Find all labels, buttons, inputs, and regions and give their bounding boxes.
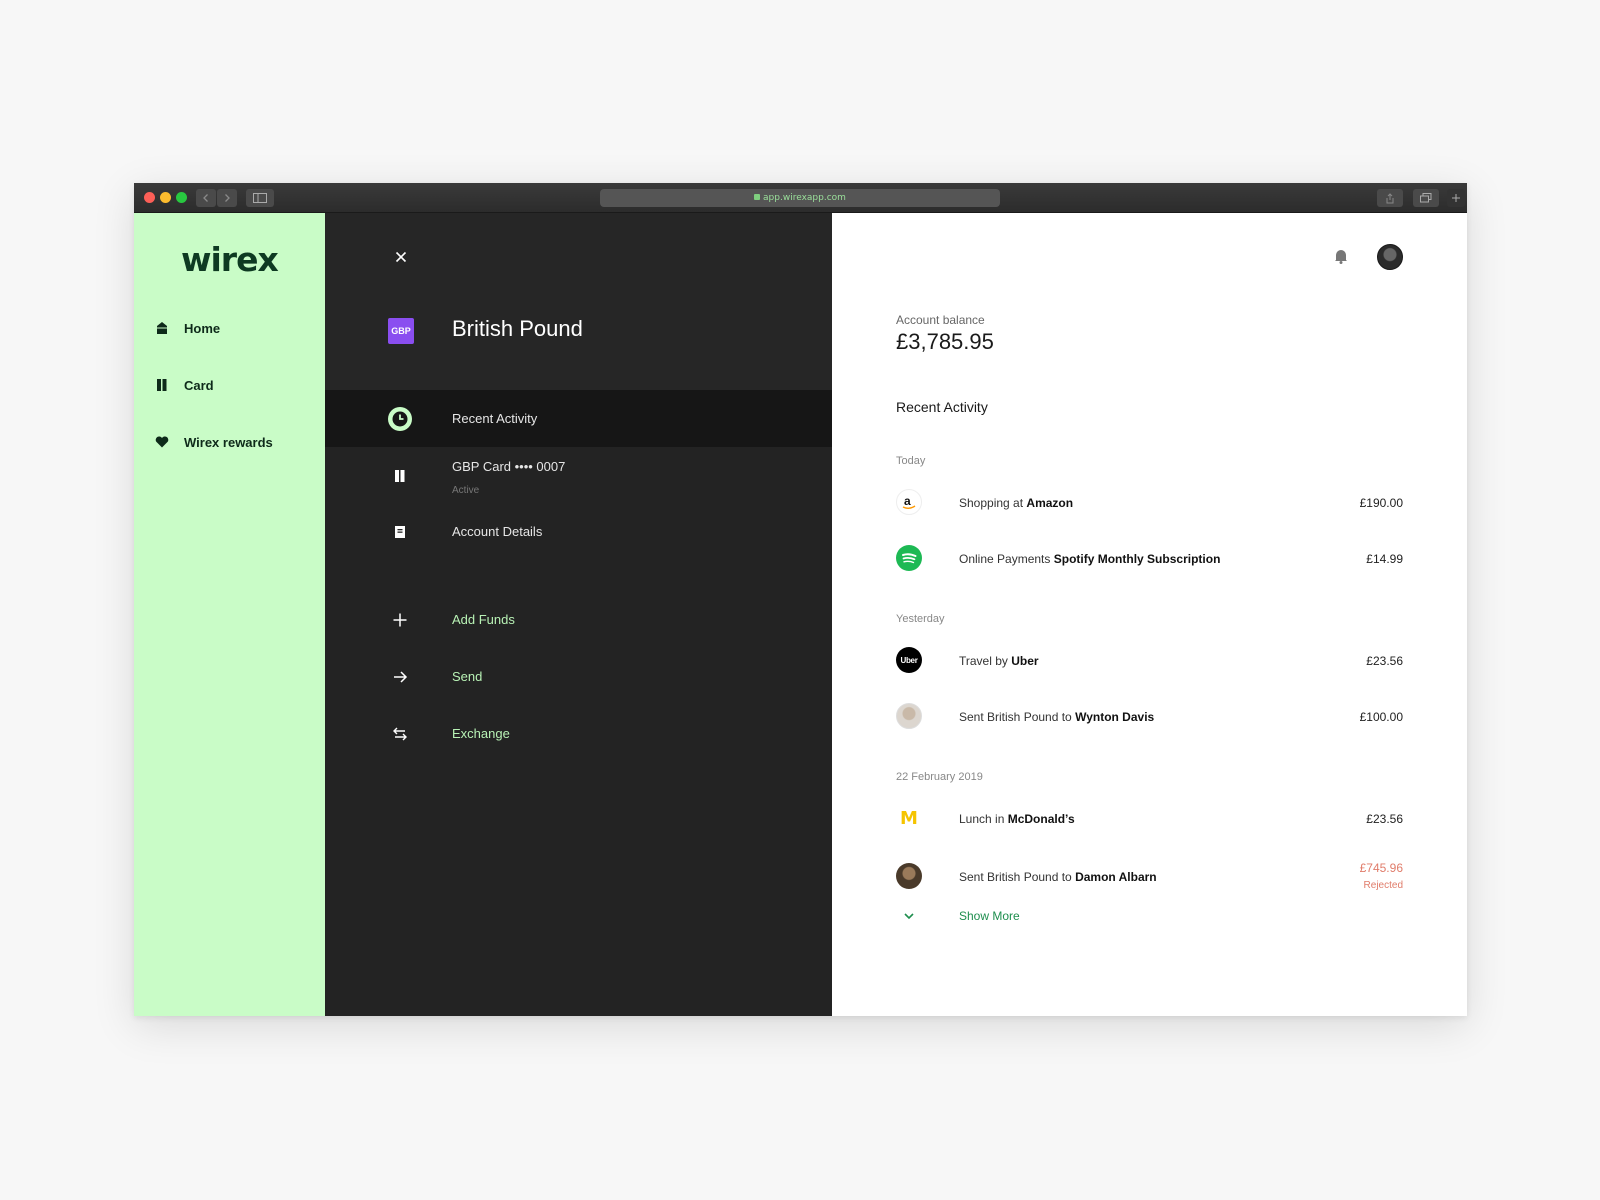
exchange-icon — [387, 721, 413, 747]
menu-item-label: Send — [452, 669, 483, 684]
chevron-right-icon — [225, 194, 230, 202]
document-icon — [387, 519, 413, 545]
tabs-icon — [1420, 193, 1432, 203]
plus-icon — [1452, 194, 1460, 202]
menu-item-label: GBP Card •••• 0007 — [452, 459, 566, 474]
menu-item-exchange[interactable]: Exchange — [325, 705, 832, 762]
transaction-row[interactable]: Uber Travel by Uber £23.56 — [896, 645, 1403, 677]
minimize-window-button[interactable] — [160, 192, 171, 203]
plus-icon — [387, 607, 413, 633]
menu-item-label: Recent Activity — [452, 411, 538, 426]
transaction-amount: £14.99 — [1366, 552, 1403, 566]
day-label: Today — [896, 455, 926, 467]
sidebar-item-label: Card — [184, 377, 214, 393]
uber-logo: Uber — [896, 647, 922, 673]
transaction-row[interactable]: M Lunch in McDonald’s £23.56 — [896, 803, 1403, 835]
currency-badge: GBP — [388, 318, 414, 344]
arrow-right-icon — [387, 664, 413, 690]
day-label: 22 February 2019 — [896, 771, 983, 783]
recent-activity-title: Recent Activity — [896, 399, 988, 415]
back-button[interactable] — [196, 189, 216, 207]
menu-item-add-funds[interactable]: Add Funds — [325, 591, 832, 648]
show-more-button[interactable]: Show More — [896, 906, 1096, 926]
sidebar-icon — [253, 193, 267, 203]
close-panel-button[interactable] — [391, 247, 411, 267]
avatar — [896, 703, 922, 729]
sidebar-item-rewards[interactable]: Wirex rewards — [154, 430, 273, 454]
menu-item-account-details[interactable]: Account Details — [325, 503, 832, 560]
tabs-button[interactable] — [1413, 189, 1439, 207]
panel-title: British Pound — [452, 316, 583, 341]
amazon-logo: a — [896, 489, 922, 515]
transaction-row[interactable]: Sent British Pound to Wynton Davis £100.… — [896, 701, 1403, 733]
sidebar-item-card[interactable]: Card — [154, 373, 214, 397]
chevron-left-icon — [203, 194, 208, 202]
menu-item-label: Add Funds — [452, 612, 515, 627]
user-avatar[interactable] — [1377, 244, 1403, 270]
transaction-row[interactable]: Online Payments Spotify Monthly Subscrip… — [896, 543, 1403, 575]
clock-icon — [387, 406, 413, 432]
currency-panel: GBP British Pound Recent Activity GBP Ca… — [325, 213, 832, 1016]
balance-label: Account balance — [896, 313, 985, 327]
mcdonalds-logo: M — [896, 805, 922, 831]
transaction-description: Lunch in McDonald’s — [959, 812, 1075, 826]
forward-button[interactable] — [217, 189, 237, 207]
transaction-amount: £100.00 — [1359, 710, 1403, 724]
notifications-button[interactable] — [1332, 247, 1350, 265]
sidebar-toggle-button[interactable] — [246, 189, 274, 207]
transaction-description: Shopping at Amazon — [959, 496, 1074, 510]
panel-header — [325, 213, 832, 390]
menu-item-recent-activity[interactable]: Recent Activity — [325, 390, 832, 447]
lock-icon — [754, 194, 761, 200]
address-bar[interactable]: app.wirexapp.com — [600, 189, 1000, 207]
chevron-down-icon — [902, 909, 916, 928]
menu-item-send[interactable]: Send — [325, 648, 832, 705]
menu-item-gbp-card[interactable]: GBP Card •••• 0007 Active — [325, 447, 832, 504]
heart-icon — [154, 434, 170, 450]
svg-text:a: a — [904, 494, 911, 508]
browser-window: app.wirexapp.com wirex Home Card Wirex r… — [134, 183, 1467, 1016]
balance-value: £3,785.95 — [896, 329, 994, 354]
transaction-amount: £745.96 — [1359, 861, 1403, 875]
logo-text: wirex — [181, 240, 279, 279]
card-status: Active — [452, 485, 480, 496]
transaction-row[interactable]: a Shopping at Amazon £190.00 — [896, 487, 1403, 519]
transaction-amount: £23.56 — [1366, 654, 1403, 668]
main-content: Account balance £3,785.95 Recent Activit… — [832, 213, 1467, 1016]
close-window-button[interactable] — [144, 192, 155, 203]
sidebar-item-label: Home — [184, 320, 221, 336]
home-icon — [154, 320, 170, 336]
sidebar: wirex Home Card Wirex rewards — [134, 213, 325, 1016]
show-more-label: Show More — [959, 909, 1020, 923]
transaction-description: Sent British Pound to Damon Albarn — [959, 870, 1157, 884]
spotify-logo — [896, 545, 922, 571]
transaction-description: Online Payments Spotify Monthly Subscrip… — [959, 552, 1221, 566]
menu-item-label: Account Details — [452, 524, 543, 539]
bell-icon — [1335, 250, 1347, 264]
transaction-description: Sent British Pound to Wynton Davis — [959, 710, 1155, 724]
url-text: app.wirexapp.com — [763, 193, 846, 203]
browser-titlebar: app.wirexapp.com — [134, 183, 1467, 213]
share-icon — [1386, 193, 1394, 204]
transaction-amount: £190.00 — [1359, 496, 1403, 510]
card-icon — [387, 463, 413, 489]
status-badge: Rejected — [1363, 880, 1403, 891]
wirex-logo[interactable]: wirex — [181, 240, 279, 279]
share-button[interactable] — [1377, 189, 1403, 207]
zoom-window-button[interactable] — [176, 192, 187, 203]
transaction-amount: £23.56 — [1366, 812, 1403, 826]
transaction-row[interactable]: Sent British Pound to Damon Albarn £745.… — [896, 861, 1403, 893]
card-icon — [154, 377, 170, 393]
new-tab-button[interactable] — [1447, 189, 1465, 207]
menu-item-label: Exchange — [452, 726, 510, 741]
avatar — [896, 863, 922, 889]
sidebar-item-home[interactable]: Home — [154, 316, 220, 340]
transaction-description: Travel by Uber — [959, 654, 1039, 668]
day-label: Yesterday — [896, 613, 945, 625]
sidebar-item-label: Wirex rewards — [184, 434, 273, 450]
close-icon — [395, 251, 407, 263]
